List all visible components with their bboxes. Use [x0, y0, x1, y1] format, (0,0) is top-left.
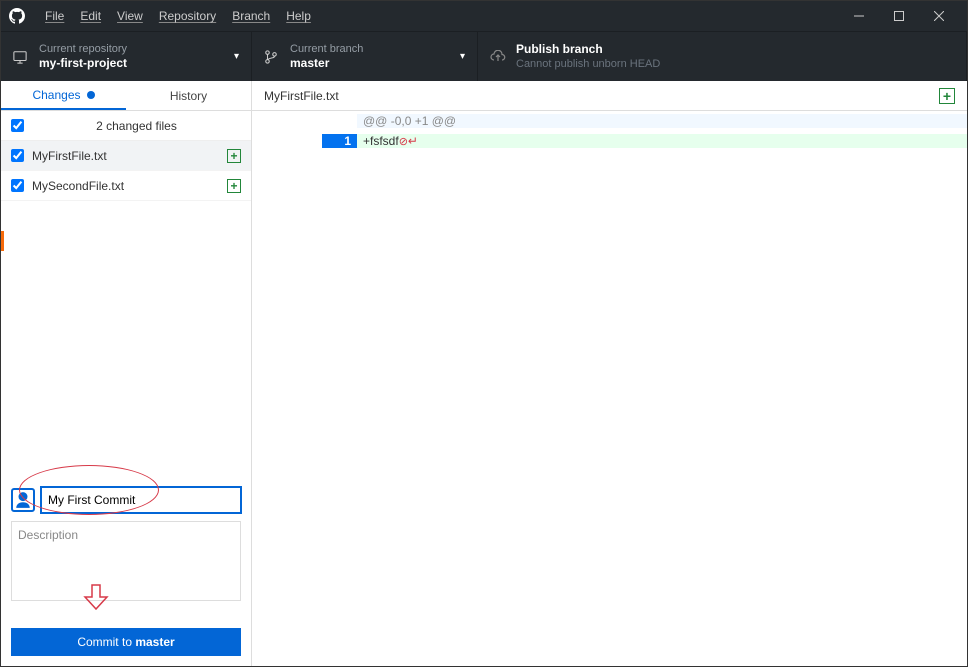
added-icon: +	[227, 179, 241, 193]
sidebar: Changes History 2 changed files MyFirstF…	[1, 81, 252, 666]
branch-value: master	[290, 56, 363, 72]
menu-view[interactable]: View	[109, 9, 151, 23]
orange-indicator	[1, 231, 4, 251]
changes-indicator-dot	[87, 91, 95, 99]
no-newline-icon: ⊘	[399, 136, 408, 148]
file-name: MyFirstFile.txt	[32, 149, 227, 163]
tab-changes-label: Changes	[32, 88, 80, 102]
chevron-down-icon: ▾	[460, 51, 465, 62]
toolbar: Current repository my-first-project ▾ Cu…	[1, 31, 967, 81]
commit-summary-input[interactable]	[41, 487, 241, 513]
branch-icon	[264, 50, 280, 64]
file-row[interactable]: MyFirstFile.txt +	[1, 141, 251, 171]
menu-repository[interactable]: Repository	[151, 9, 224, 23]
diff-content: @@ -0,0 +1 @@ 1 +fsfsdf⊘↵	[252, 111, 967, 151]
sidebar-tabs: Changes History	[1, 81, 251, 111]
close-button[interactable]	[919, 1, 959, 31]
tab-history-label: History	[170, 89, 207, 103]
file-checkbox[interactable]	[11, 149, 24, 162]
chevron-down-icon: ▾	[234, 51, 239, 62]
diff-line-added[interactable]: 1 +fsfsdf⊘↵	[252, 131, 967, 151]
monitor-icon	[13, 50, 29, 64]
user-avatar-icon	[11, 488, 35, 512]
repo-value: my-first-project	[39, 56, 127, 72]
added-icon: +	[227, 149, 241, 163]
file-name: MySecondFile.txt	[32, 179, 227, 193]
tab-changes[interactable]: Changes	[1, 81, 126, 110]
file-row[interactable]: MySecondFile.txt +	[1, 171, 251, 201]
file-checkbox[interactable]	[11, 179, 24, 192]
titlebar: File Edit View Repository Branch Help	[1, 1, 967, 31]
hunk-text: @@ -0,0 +1 @@	[357, 114, 967, 128]
cloud-upload-icon	[490, 50, 506, 64]
minimize-button[interactable]	[839, 1, 879, 31]
branch-selector[interactable]: Current branch master ▾	[252, 32, 478, 81]
line-number: 1	[322, 134, 357, 148]
publish-button[interactable]: Publish branch Cannot publish unborn HEA…	[478, 32, 967, 81]
diff-hunk-header: @@ -0,0 +1 @@	[252, 111, 967, 131]
changed-files-count: 2 changed files	[32, 119, 241, 133]
menu-file[interactable]: File	[37, 9, 72, 23]
diff-header: MyFirstFile.txt +	[252, 81, 967, 111]
line-text: +fsfsdf⊘↵	[357, 134, 967, 148]
menu-edit[interactable]: Edit	[72, 9, 109, 23]
tab-history[interactable]: History	[126, 81, 251, 110]
branch-label: Current branch	[290, 42, 363, 56]
diff-filename: MyFirstFile.txt	[264, 89, 339, 103]
commit-description-input[interactable]	[11, 521, 241, 601]
commit-button-branch: master	[135, 635, 174, 649]
commit-button-prefix: Commit to	[77, 635, 135, 649]
maximize-button[interactable]	[879, 1, 919, 31]
publish-sub: Cannot publish unborn HEAD	[516, 57, 660, 71]
commit-button[interactable]: Commit to master	[11, 628, 241, 656]
return-icon: ↵	[408, 134, 418, 148]
changes-header: 2 changed files	[1, 111, 251, 141]
diff-pane: MyFirstFile.txt + @@ -0,0 +1 @@ 1 +fsfsd…	[252, 81, 967, 666]
github-logo-icon	[9, 8, 25, 24]
repo-selector[interactable]: Current repository my-first-project ▾	[1, 32, 252, 81]
repo-label: Current repository	[39, 42, 127, 56]
publish-label: Publish branch	[516, 42, 660, 58]
commit-form: Commit to master	[1, 477, 251, 666]
select-all-checkbox[interactable]	[11, 119, 24, 132]
menu-branch[interactable]: Branch	[224, 9, 278, 23]
added-icon: +	[939, 88, 955, 104]
menu-help[interactable]: Help	[278, 9, 319, 23]
